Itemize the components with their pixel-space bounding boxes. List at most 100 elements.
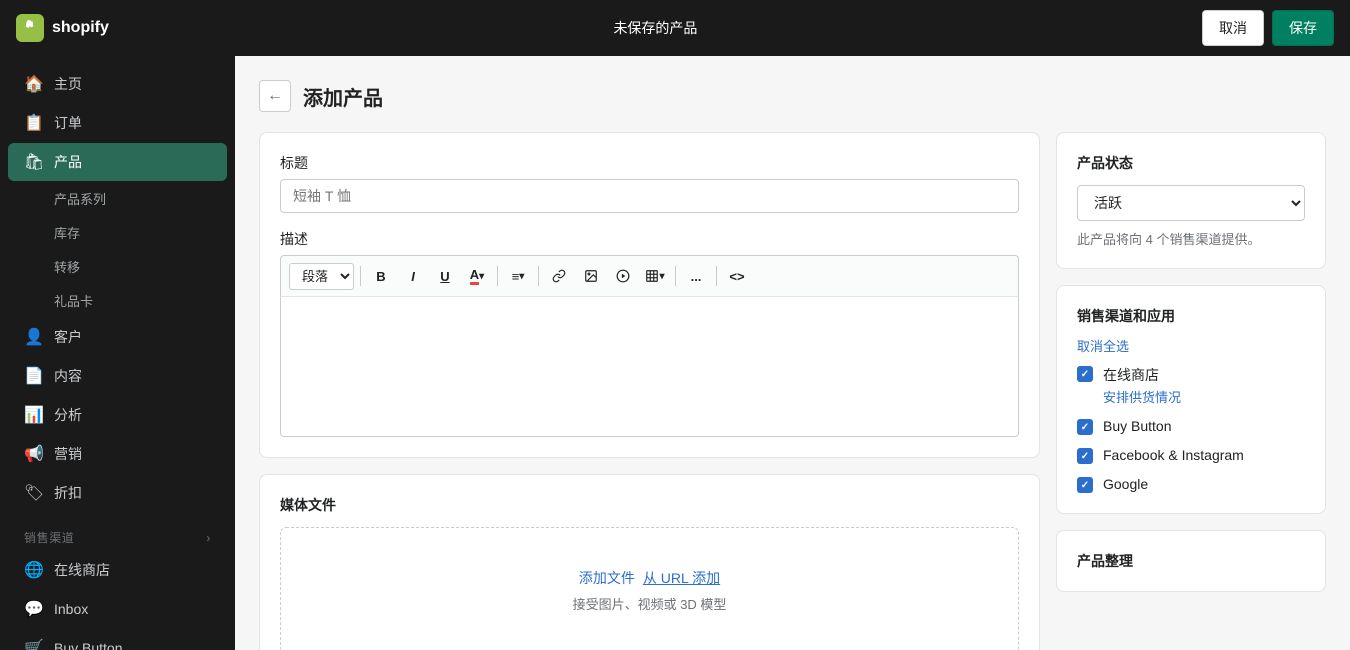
channel-item-online-store: ✓ 在线商店 安排供货情况 (1077, 365, 1305, 406)
content-area: ← 添加产品 标题 描述 段落 B I (235, 56, 1350, 650)
image-button[interactable] (577, 262, 605, 290)
sidebar-item-content[interactable]: 📄 内容 (8, 357, 227, 395)
media-upload-area[interactable]: 添加文件 从 URL 添加 接受图片、视频或 3D 模型 (280, 527, 1019, 650)
sidebar-item-inventory[interactable]: 库存 (8, 216, 227, 249)
description-label: 描述 (280, 229, 1019, 249)
buy-button-icon: 🛒 (24, 638, 44, 650)
underline-button[interactable]: U (431, 262, 459, 290)
sidebar-item-gift-cards[interactable]: 礼品卡 (8, 284, 227, 317)
sidebar-item-home[interactable]: 🏠 主页 (8, 65, 227, 103)
media-card: 媒体文件 添加文件 从 URL 添加 接受图片、视频或 3D 模型 (259, 474, 1040, 650)
table-icon (645, 269, 659, 283)
sidebar-item-products[interactable]: 🛍 产品 (8, 143, 227, 181)
page-header: ← 添加产品 (259, 80, 1326, 112)
gift-cards-label: 礼品卡 (54, 291, 93, 310)
page-title: 添加产品 (303, 82, 383, 111)
status-hint: 此产品将向 4 个销售渠道提供。 (1077, 229, 1305, 248)
topbar-page-title: 未保存的产品 (613, 18, 697, 38)
back-button[interactable]: ← (259, 80, 291, 112)
sales-channel-section-label: 销售渠道 › (0, 513, 235, 550)
organizer-card: 产品整理 (1056, 530, 1326, 592)
toolbar-divider-4 (675, 266, 676, 286)
status-select[interactable]: 活跃 草稿 (1077, 185, 1305, 221)
add-url-link[interactable]: 从 URL 添加 (643, 568, 720, 588)
bold-button[interactable]: B (367, 262, 395, 290)
channel-name-facebook-instagram: Facebook & Instagram (1103, 447, 1244, 463)
main-column: 标题 描述 段落 B I U A ▾ (259, 132, 1040, 650)
add-file-link[interactable]: 添加文件 (579, 568, 635, 588)
checkbox-online-store[interactable]: ✓ (1077, 366, 1093, 382)
media-hint: 接受图片、视频或 3D 模型 (301, 594, 998, 613)
sidebar-label-buy-button: Buy Button (54, 640, 123, 650)
checkbox-buy-button[interactable]: ✓ (1077, 419, 1093, 435)
side-column: 产品状态 活跃 草稿 此产品将向 4 个销售渠道提供。 销售渠道和应用 取消全选 (1056, 132, 1326, 650)
sidebar-label-customers: 客户 (54, 327, 82, 347)
back-arrow-icon: ← (267, 87, 283, 105)
paragraph-select[interactable]: 段落 (289, 263, 354, 290)
sidebar-item-online-store[interactable]: 🌐 在线商店 (8, 551, 227, 589)
chevron-right-icon: › (206, 531, 211, 545)
organizer-title: 产品整理 (1077, 551, 1305, 571)
image-icon (584, 269, 598, 283)
media-upload-links: 添加文件 从 URL 添加 (301, 568, 998, 588)
video-button[interactable] (609, 262, 637, 290)
sidebar-item-analytics[interactable]: 📊 分析 (8, 396, 227, 434)
logo-text: shopify (52, 19, 109, 37)
check-icon-3: ✓ (1081, 451, 1089, 462)
channel-name-online-store: 在线商店 (1103, 365, 1181, 385)
online-store-icon: 🌐 (24, 560, 44, 580)
channel-item-facebook-instagram: ✓ Facebook & Instagram (1077, 447, 1305, 464)
cancel-button[interactable]: 取消 (1202, 10, 1264, 46)
channel-link-online-store[interactable]: 安排供货情况 (1103, 387, 1181, 406)
sidebar-item-marketing[interactable]: 📢 营销 (8, 435, 227, 473)
sidebar-item-transfers[interactable]: 转移 (8, 250, 227, 283)
deselect-all-link[interactable]: 取消全选 (1077, 339, 1129, 354)
color-icon: A (470, 267, 479, 285)
channel-item-google: ✓ Google (1077, 476, 1305, 493)
checkbox-google[interactable]: ✓ (1077, 477, 1093, 493)
sidebar-item-customers[interactable]: 👤 客户 (8, 318, 227, 356)
products-icon: 🛍 (24, 152, 44, 172)
product-title-input[interactable] (280, 179, 1019, 213)
sidebar-item-orders[interactable]: 📋 订单 (8, 104, 227, 142)
channel-info-online-store: 在线商店 安排供货情况 (1103, 365, 1181, 406)
channel-name-google: Google (1103, 476, 1148, 492)
sidebar-item-buy-button[interactable]: 🛒 Buy Button (8, 629, 227, 650)
rte-toolbar: 段落 B I U A ▾ ≡ ▾ (280, 255, 1019, 297)
code-icon: <> (729, 269, 744, 284)
channel-info-facebook-instagram: Facebook & Instagram (1103, 447, 1244, 463)
sidebar-item-collections[interactable]: 产品系列 (8, 182, 227, 215)
link-button[interactable] (545, 262, 573, 290)
rte-body[interactable] (280, 297, 1019, 437)
checkbox-facebook-instagram[interactable]: ✓ (1077, 448, 1093, 464)
color-button[interactable]: A ▾ (463, 262, 491, 290)
chevron-down-icon: ▾ (479, 271, 484, 282)
inventory-label: 库存 (54, 223, 80, 242)
sidebar-label-products: 产品 (54, 152, 82, 172)
transfers-label: 转移 (54, 257, 80, 276)
product-status-card: 产品状态 活跃 草稿 此产品将向 4 个销售渠道提供。 (1056, 132, 1326, 269)
sidebar-item-inbox[interactable]: 💬 Inbox (8, 590, 227, 628)
table-button[interactable]: ▾ (641, 262, 669, 290)
sidebar-label-online-store: 在线商店 (54, 560, 110, 580)
sidebar-nav: 🏠 主页 📋 订单 🛍 产品 产品系列 库存 转移 礼品卡 (0, 56, 235, 650)
product-status-title: 产品状态 (1077, 153, 1305, 173)
save-button[interactable]: 保存 (1272, 10, 1334, 46)
sales-channels-header: 销售渠道和应用 (1077, 306, 1305, 326)
customers-icon: 👤 (24, 327, 44, 347)
italic-button[interactable]: I (399, 262, 427, 290)
align-button[interactable]: ≡ ▾ (504, 262, 532, 290)
link-icon (552, 269, 566, 283)
more-button[interactable]: ... (682, 262, 710, 290)
check-icon: ✓ (1081, 369, 1089, 380)
sidebar-label-discounts: 折扣 (54, 483, 82, 503)
collections-label: 产品系列 (54, 189, 106, 208)
sidebar-item-discounts[interactable]: 🏷 折扣 (8, 474, 227, 512)
sidebar-label-inbox: Inbox (54, 601, 88, 617)
toolbar-divider-1 (360, 266, 361, 286)
code-button[interactable]: <> (723, 262, 751, 290)
sidebar: 🏠 主页 📋 订单 🛍 产品 产品系列 库存 转移 礼品卡 (0, 56, 235, 650)
table-chevron-icon: ▾ (659, 271, 664, 282)
sidebar-label-content: 内容 (54, 366, 82, 386)
sales-channels-card: 销售渠道和应用 取消全选 ✓ 在线商店 安排供货情况 ✓ (1056, 285, 1326, 514)
